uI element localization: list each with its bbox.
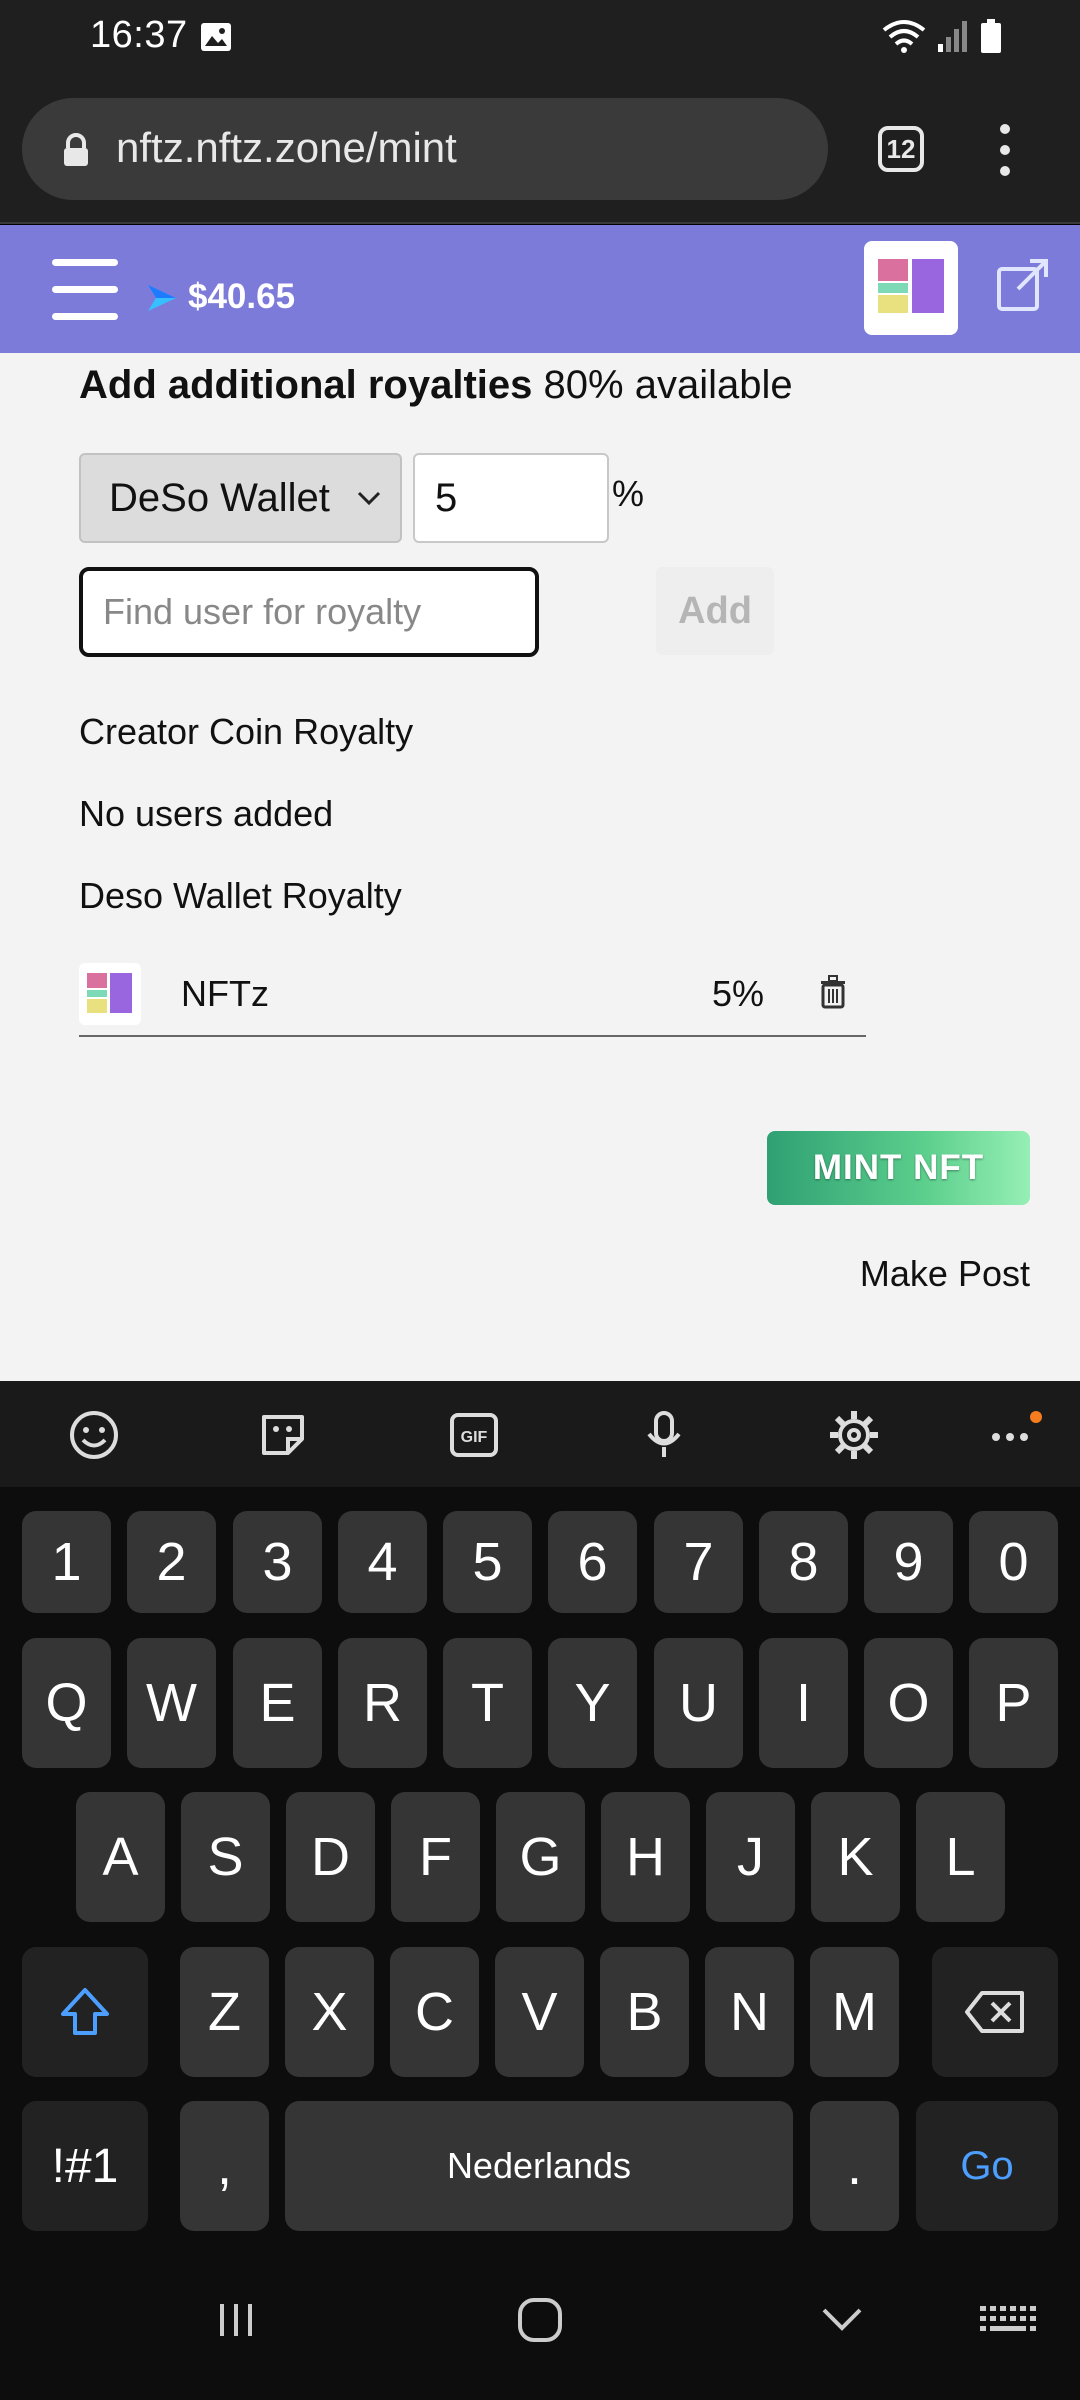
wallet-balance[interactable]: $40.65 — [188, 277, 295, 317]
keyboard-switch-icon[interactable] — [978, 2304, 1038, 2340]
royalty-user-percent: 5% — [712, 973, 765, 1014]
hide-keyboard-icon[interactable] — [820, 2304, 864, 2336]
sticker-icon[interactable] — [256, 1407, 312, 1463]
make-post-link[interactable]: Make Post — [860, 1253, 1030, 1295]
key-z[interactable]: Z — [180, 1947, 269, 2077]
no-users-label: No users added — [79, 793, 334, 834]
comma-key[interactable]: , — [180, 2101, 269, 2231]
external-link-icon[interactable] — [996, 255, 1052, 315]
key-1[interactable]: 1 — [22, 1511, 111, 1613]
key-y[interactable]: Y — [548, 1638, 637, 1768]
avatar — [79, 963, 141, 1025]
key-d[interactable]: D — [286, 1792, 375, 1922]
key-a[interactable]: A — [76, 1792, 165, 1922]
key-t[interactable]: T — [443, 1638, 532, 1768]
emoji-icon[interactable] — [66, 1407, 122, 1463]
deso-wallet-royalty-label: Deso Wallet Royalty — [79, 875, 402, 916]
hamburger-menu-icon[interactable] — [52, 259, 118, 323]
lock-icon — [64, 133, 88, 166]
signal-icon — [938, 21, 967, 52]
symbols-key[interactable]: !#1 — [22, 2101, 148, 2231]
royalty-type-value: DeSo Wallet — [109, 476, 330, 520]
keyboard-toolbar: GIF — [0, 1381, 1080, 1487]
key-i[interactable]: I — [759, 1638, 848, 1768]
key-k[interactable]: K — [811, 1792, 900, 1922]
key-w[interactable]: W — [127, 1638, 216, 1768]
key-h[interactable]: H — [601, 1792, 690, 1922]
key-e[interactable]: E — [233, 1638, 322, 1768]
key-9[interactable]: 9 — [864, 1511, 953, 1613]
backspace-icon — [965, 1991, 1024, 2033]
royalty-row: NFTz 5% — [79, 955, 866, 1037]
royalties-available: 80% available — [543, 363, 793, 407]
royalty-type-select[interactable]: DeSo Wallet — [79, 453, 402, 543]
percent-symbol: % — [612, 473, 645, 514]
trash-icon[interactable] — [819, 975, 847, 1009]
key-3[interactable]: 3 — [233, 1511, 322, 1613]
nftz-logo[interactable] — [864, 241, 958, 335]
key-p[interactable]: P — [969, 1638, 1058, 1768]
key-b[interactable]: B — [600, 1947, 689, 2077]
mint-form: Add additional royalties 80% available D… — [0, 353, 1080, 1381]
keyboard: 1 2 3 4 5 6 7 8 9 0 Q W E R T Y U I O P … — [0, 1487, 1080, 2250]
find-user-input[interactable] — [79, 567, 539, 657]
browser-toolbar: nftz.nftz.zone/mint 12 — [0, 78, 1080, 224]
home-icon[interactable] — [516, 2296, 564, 2344]
key-2[interactable]: 2 — [127, 1511, 216, 1613]
key-8[interactable]: 8 — [759, 1511, 848, 1613]
app-header: $40.65 — [0, 225, 1080, 353]
key-f[interactable]: F — [391, 1792, 480, 1922]
image-notification-icon — [201, 23, 231, 51]
space-key[interactable]: Nederlands — [285, 2101, 793, 2231]
royalties-heading: Add additional royalties 80% available — [79, 363, 793, 408]
more-options-icon[interactable] — [986, 1407, 1042, 1463]
deso-logo-icon — [148, 285, 176, 311]
recent-apps-icon[interactable] — [214, 2298, 258, 2342]
go-key[interactable]: Go — [916, 2101, 1058, 2231]
key-c[interactable]: C — [390, 1947, 479, 2077]
system-navigation-bar — [0, 2250, 1080, 2400]
status-bar: 16:37 — [0, 0, 1080, 78]
key-4[interactable]: 4 — [338, 1511, 427, 1613]
key-l[interactable]: L — [916, 1792, 1005, 1922]
svg-text:GIF: GIF — [461, 1429, 488, 1446]
key-7[interactable]: 7 — [654, 1511, 743, 1613]
browser-menu-icon[interactable] — [990, 124, 1020, 178]
key-u[interactable]: U — [654, 1638, 743, 1768]
key-v[interactable]: V — [495, 1947, 584, 2077]
add-royalty-button[interactable]: Add — [656, 567, 774, 655]
tab-switcher-button[interactable]: 12 — [878, 126, 924, 172]
address-bar[interactable]: nftz.nftz.zone/mint — [22, 98, 828, 200]
key-r[interactable]: R — [338, 1638, 427, 1768]
key-0[interactable]: 0 — [969, 1511, 1058, 1613]
backspace-key[interactable] — [932, 1947, 1058, 2077]
shift-key[interactable] — [22, 1947, 148, 2077]
key-x[interactable]: X — [285, 1947, 374, 2077]
key-g[interactable]: G — [496, 1792, 585, 1922]
royalties-heading-title: Add additional royalties — [79, 363, 533, 407]
status-time: 16:37 — [90, 14, 188, 56]
key-5[interactable]: 5 — [443, 1511, 532, 1613]
gif-icon[interactable]: GIF — [446, 1407, 502, 1463]
key-j[interactable]: J — [706, 1792, 795, 1922]
wifi-icon — [882, 20, 926, 53]
battery-icon — [981, 19, 1001, 53]
creator-coin-royalty-label: Creator Coin Royalty — [79, 711, 414, 752]
royalty-user-name: NFTz — [181, 973, 269, 1014]
key-6[interactable]: 6 — [548, 1511, 637, 1613]
key-m[interactable]: M — [810, 1947, 899, 2077]
key-s[interactable]: S — [181, 1792, 270, 1922]
royalty-percent-input[interactable] — [413, 453, 609, 543]
shift-arrow-icon — [61, 1988, 109, 2035]
period-key[interactable]: . — [810, 2101, 899, 2231]
key-n[interactable]: N — [705, 1947, 794, 2077]
key-o[interactable]: O — [864, 1638, 953, 1768]
mint-nft-button[interactable]: MINT NFT — [767, 1131, 1030, 1205]
chevron-down-icon — [357, 491, 381, 506]
microphone-icon[interactable] — [636, 1407, 692, 1463]
url-text: nftz.nftz.zone/mint — [116, 124, 457, 171]
key-q[interactable]: Q — [22, 1638, 111, 1768]
gear-icon[interactable] — [826, 1407, 882, 1463]
